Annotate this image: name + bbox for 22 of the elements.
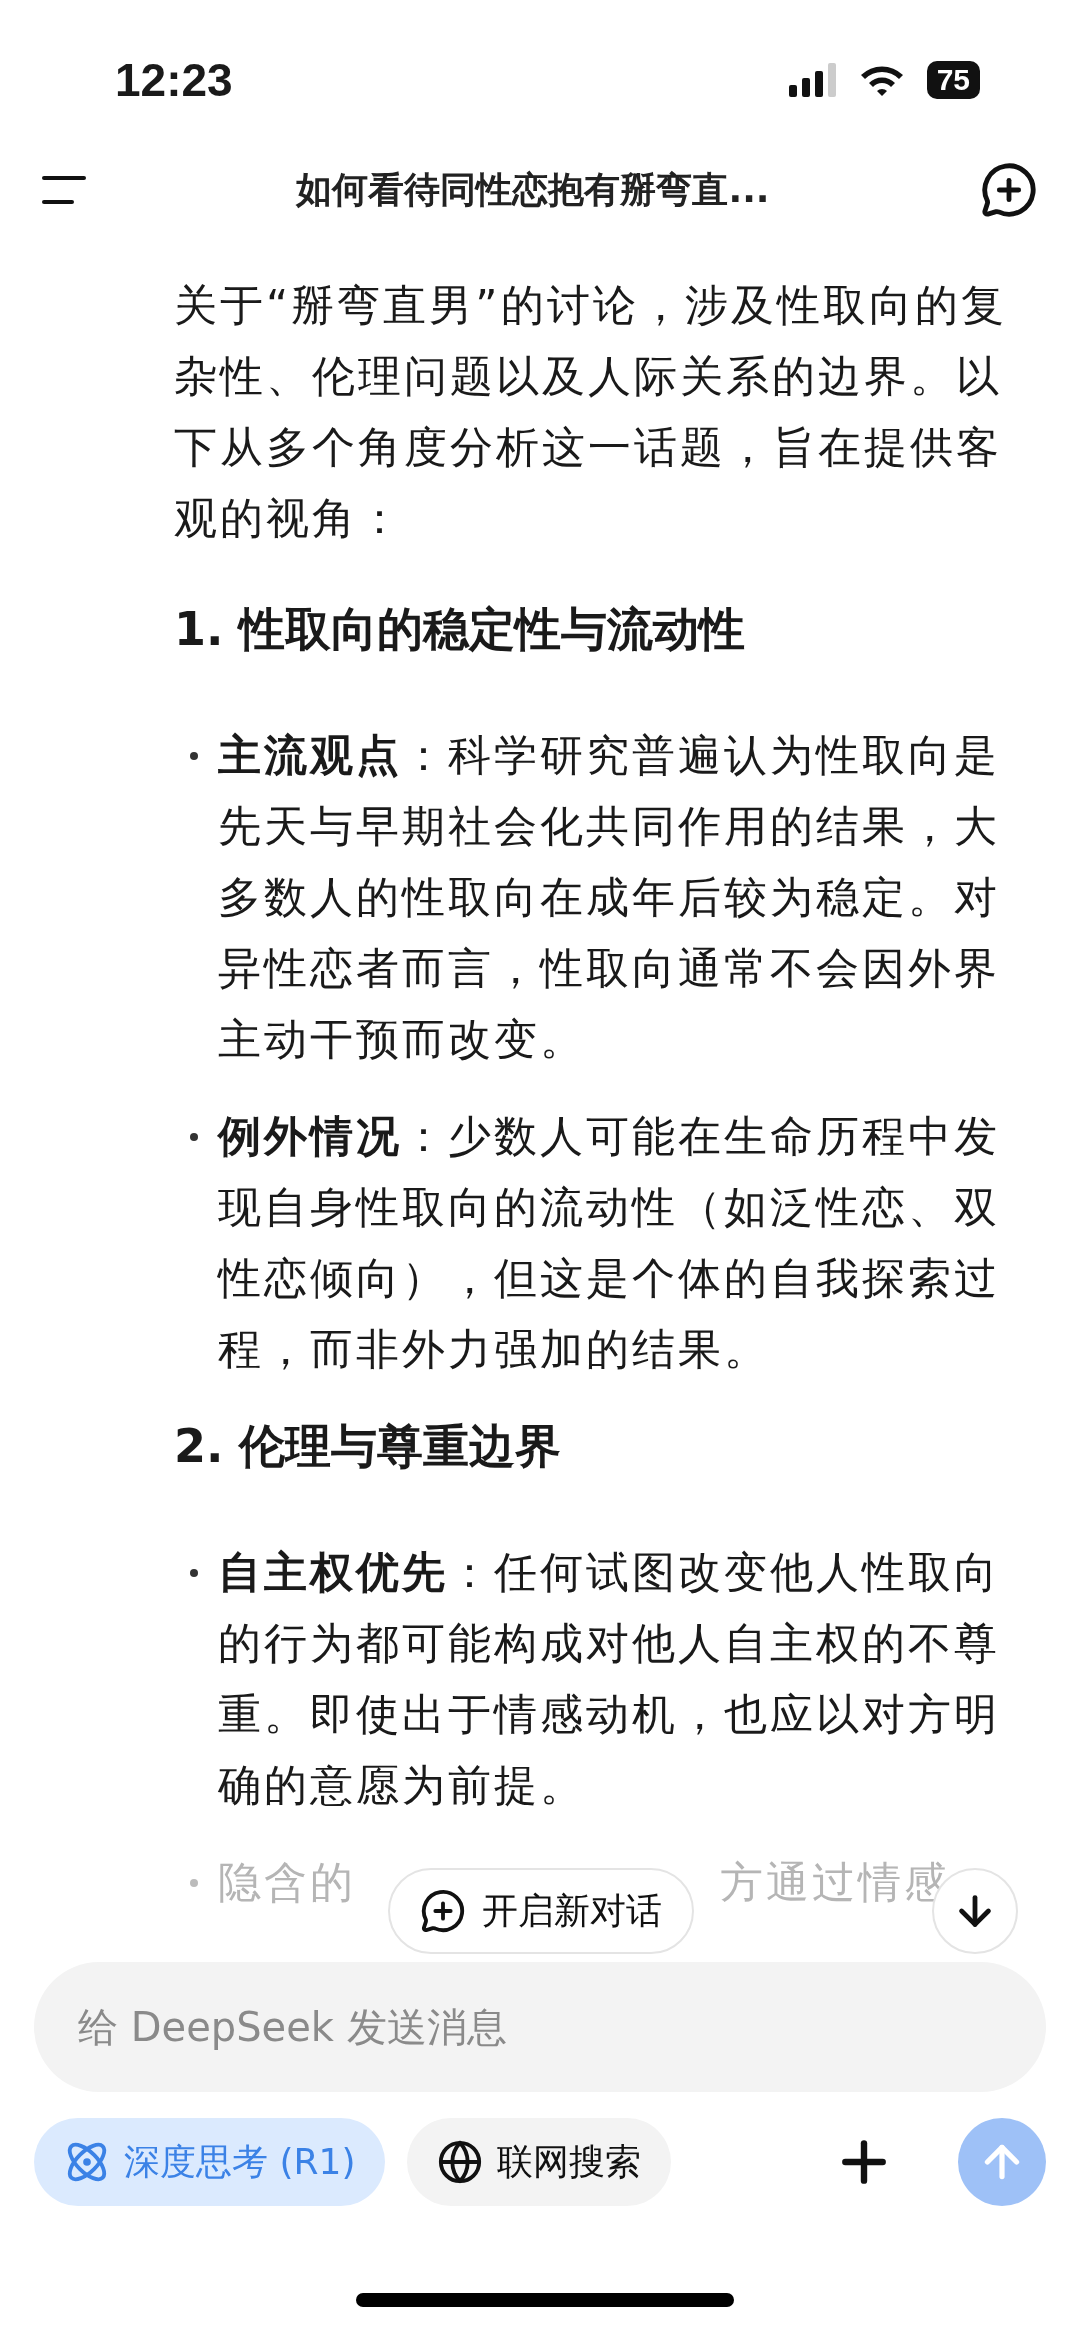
menu-icon[interactable] (42, 176, 86, 204)
new-chat-button[interactable]: 开启新对话 (388, 1868, 694, 1954)
signal-icon (788, 63, 837, 97)
bullet-dot (190, 752, 198, 760)
intro-paragraph: 关于“掰弯直男”的讨论，涉及性取向的复杂性、伦理问题以及人际关系的边界。以下从多个角度分析这一话题，旨在提供客观的视角： (174, 279, 1008, 545)
faded-text: 隐含的 (218, 1855, 356, 1909)
battery-level: 75 (926, 61, 980, 99)
message-input[interactable]: 给 DeepSeek 发送消息 (34, 1962, 1046, 2092)
status-time: 12:23 (115, 53, 233, 107)
web-search-toggle[interactable]: 联网搜索 (407, 2118, 672, 2206)
bullet-dot (190, 1878, 198, 1887)
bullet-text: 例外情况：少数人可能在生命历程中发现自身性取向的流动性（如泛性恋、双性恋倾向），但这是个体的自我探索过程，而非外力强加的结果。 (218, 1110, 1001, 1376)
globe-icon (437, 2139, 484, 2185)
new-chat-icon[interactable] (980, 161, 1038, 219)
section-heading: 2. 伦理与尊重边界 (174, 1418, 563, 1475)
bullet-dot (190, 1569, 198, 1577)
section-heading: 1. 性取向的稳定性与流动性 (174, 601, 747, 658)
bullet-text: 主流观点：科学研究普遍认为性取向是先天与早期社会化共同作用的结果，大多数人的性取向在成年后较为稳定。对异性恋者而言，性取向通常不会因外界主动干预而改变。 (218, 729, 1001, 1066)
bullet-dot (190, 1133, 198, 1141)
new-chat-icon (420, 1888, 466, 1934)
chat-title: 如何看待同性恋抱有掰弯直... (296, 167, 770, 212)
bullet-text: 自主权优先：任何试图改变他人性取向的行为都可能构成对他人自主权的不尊重。即使出于情感动机，也应以对方明确的意愿为前提。 (218, 1546, 1001, 1812)
